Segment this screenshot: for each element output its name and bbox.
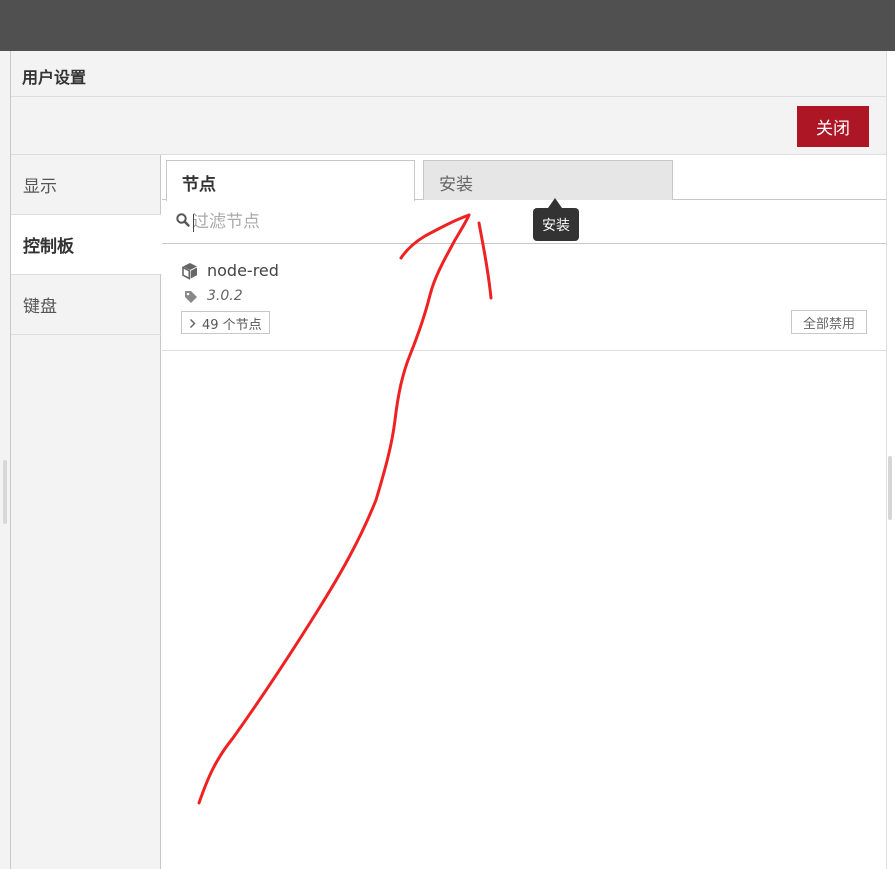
tab-nodes[interactable]: 节点 [166, 160, 415, 201]
sidebar-item-palette[interactable]: 控制板 [11, 215, 162, 275]
filter-bar [162, 201, 886, 244]
dialog-title: 用户设置 [22, 68, 87, 87]
dialog-header: 用户设置 [11, 51, 886, 97]
tab-install[interactable]: 安装 [423, 160, 673, 200]
disable-all-button[interactable]: 全部禁用 [791, 310, 867, 334]
editor-header-bar [0, 0, 895, 51]
left-resize-handle[interactable] [3, 460, 7, 524]
cube-icon [182, 263, 197, 280]
search-icon [176, 213, 190, 227]
node-module-version: 3.0.2 [207, 288, 243, 304]
node-module-name: node-red [207, 261, 279, 280]
sidebar-item-keyboard[interactable]: 键盘 [11, 275, 161, 335]
node-count-label: 49 个节点 [202, 318, 262, 333]
right-resize-handle[interactable] [888, 456, 892, 520]
dialog-button-bar: 关闭 [11, 97, 886, 155]
filter-nodes-input[interactable] [192, 207, 872, 237]
palette-manager: 节点 安装 node-red 3.0.2 [162, 155, 886, 869]
node-count-toggle[interactable]: 49 个节点 [181, 311, 270, 334]
sidebar-item-display[interactable]: 显示 [11, 155, 161, 215]
right-panel-edge [886, 51, 887, 869]
tag-icon [185, 291, 197, 303]
install-tooltip: 安装 [533, 208, 579, 241]
node-module-item: node-red 3.0.2 49 个节点 全部禁用 [162, 244, 886, 351]
settings-sidebar: 显示 控制板 键盘 [11, 155, 162, 869]
tooltip-arrow [548, 198, 562, 208]
palette-tabs: 节点 安装 [162, 155, 886, 201]
close-button[interactable]: 关闭 [797, 106, 869, 147]
text-cursor [193, 214, 194, 232]
user-settings-dialog: 用户设置 关闭 显示 控制板 键盘 节点 安装 node-red [11, 51, 886, 869]
chevron-right-icon [189, 318, 196, 329]
